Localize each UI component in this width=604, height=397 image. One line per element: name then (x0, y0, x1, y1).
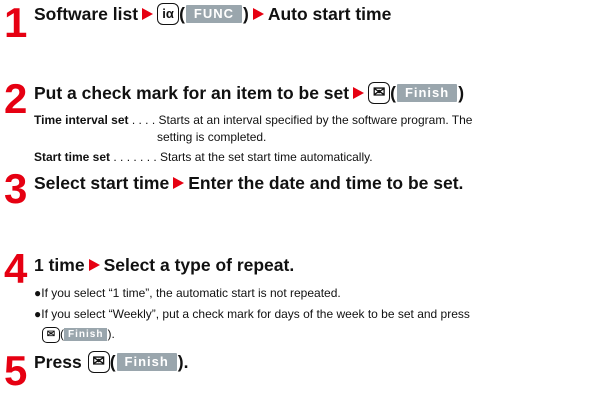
step-text: 1 time (34, 255, 85, 275)
arrow-icon (88, 259, 100, 271)
step-text: Enter the date and time to be set. (188, 173, 464, 193)
bullet-item: ●If you select “Weekly”, put a check mar… (34, 307, 470, 321)
arrow-icon (173, 177, 185, 189)
step-number: 1 (4, 0, 28, 46)
step-text: Auto start time (267, 4, 392, 24)
func-softkey: FUNC (185, 5, 242, 23)
arrow-icon (142, 8, 154, 20)
step-text: Software list (34, 4, 139, 24)
detail-term: Start time set (34, 150, 111, 164)
bullet-continuation: ✉(Finish). (42, 326, 115, 343)
step-number: 3 (4, 165, 28, 212)
step-number: 4 (4, 245, 28, 292)
step-heading: Put a check mark for an item to be set ✉… (34, 82, 465, 104)
detail-continuation: setting is completed. (157, 130, 267, 144)
finish-softkey: Finish (396, 84, 458, 102)
mail-key-icon: ✉ (87, 351, 110, 373)
finish-softkey: Finish (116, 353, 177, 371)
detail-text: Starts at an interval specified by the s… (158, 113, 473, 127)
step-text: Select a type of repeat. (103, 255, 295, 275)
mail-key-icon: ✉ (368, 82, 391, 104)
detail-term: Time interval set (34, 113, 129, 127)
detail-time-interval: Time interval set . . . . Starts at an i… (34, 113, 473, 127)
step-heading: Software list iα ( FUNC ) Auto start tim… (34, 3, 392, 25)
detail-start-time: Start time set . . . . . . . Starts at t… (34, 150, 373, 164)
arrow-icon (353, 87, 365, 99)
step-text: Press (34, 352, 82, 372)
arrow-icon (252, 8, 264, 20)
step-text: Select start time (34, 173, 170, 193)
step-number: 5 (4, 347, 28, 394)
step-heading: 1 time Select a type of repeat. (34, 254, 294, 276)
menu-key-icon: iα (157, 3, 180, 25)
detail-text: Starts at the set start time automatical… (160, 150, 373, 164)
step-heading: Select start time Enter the date and tim… (34, 172, 463, 194)
bullet-item: ●If you select “1 time”, the automatic s… (34, 286, 341, 300)
mail-key-icon: ✉ (42, 326, 60, 343)
step-heading: Press ✉ ( Finish ). (34, 351, 189, 373)
step-text: Put a check mark for an item to be set (34, 83, 350, 103)
finish-softkey: Finish (64, 328, 108, 342)
step-number: 2 (4, 75, 28, 122)
